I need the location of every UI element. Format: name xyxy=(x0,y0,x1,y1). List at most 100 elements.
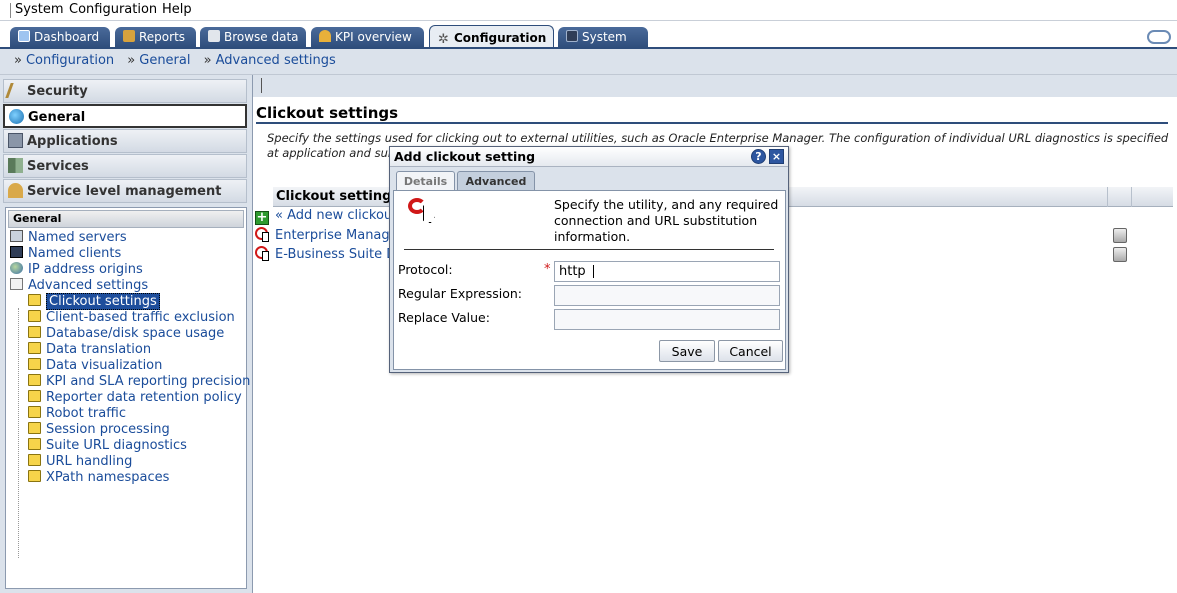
sidebar: Security General Applications Services S… xyxy=(3,79,250,591)
tree-item-data-visualization[interactable]: Data visualization xyxy=(28,358,162,374)
navigation-tree: General Named servers Named clients IP a… xyxy=(5,207,250,589)
close-icon[interactable]: × xyxy=(769,149,784,164)
add-clickout-link[interactable]: « Add new clickout xyxy=(275,208,397,223)
sidebar-section-general[interactable]: General xyxy=(3,104,247,128)
tree-item-reporter-data-retention-policy[interactable]: Reporter data retention policy xyxy=(28,390,242,406)
folder-icon xyxy=(28,422,41,434)
add-clickout-row[interactable]: + « Add new clickout xyxy=(255,208,397,226)
content-toolbar xyxy=(253,75,1177,97)
section-label: Security xyxy=(27,84,88,99)
tree-item-label: Session processing xyxy=(46,422,170,437)
folder-icon xyxy=(28,470,41,482)
regular-expression-input[interactable] xyxy=(554,285,780,306)
server-icon xyxy=(10,230,23,242)
gauge-icon xyxy=(8,183,23,198)
section-label: General xyxy=(28,110,86,125)
row-label[interactable]: Enterprise Manage xyxy=(275,228,398,243)
regular-expression-label: Regular Expression: xyxy=(398,286,522,301)
table-row[interactable]: Enterprise Manage xyxy=(255,227,398,245)
folder-icon xyxy=(28,342,41,354)
tree-item-client-based-traffic-exclusion[interactable]: Client-based traffic exclusion xyxy=(28,310,235,326)
applications-icon xyxy=(8,133,23,148)
protocol-input[interactable]: http xyxy=(554,261,780,282)
breadcrumb-item-general[interactable]: » General xyxy=(127,53,190,68)
tree-item-label: Named servers xyxy=(28,230,127,245)
tree-item-ip-address-origins[interactable]: IP address origins xyxy=(10,262,143,278)
dashboard-icon xyxy=(18,30,30,42)
tree-item-label: IP address origins xyxy=(28,262,143,277)
tab-label: Dashboard xyxy=(34,30,100,44)
folder-icon xyxy=(28,326,41,338)
sidebar-section-services[interactable]: Services xyxy=(3,154,247,178)
tree-header: General xyxy=(8,210,244,228)
breadcrumb-item-advanced-settings[interactable]: » Advanced settings xyxy=(204,53,336,68)
tab-dashboard[interactable]: Dashboard xyxy=(10,27,110,48)
dialog-info-text: Specify the utility, and any required co… xyxy=(554,197,779,244)
tab-label: KPI overview xyxy=(335,30,412,44)
cancel-button[interactable]: Cancel xyxy=(718,340,783,362)
sidebar-section-security[interactable]: Security xyxy=(3,79,247,103)
tree-connector-line xyxy=(18,308,19,558)
tab-system[interactable]: System xyxy=(558,27,648,48)
tab-label: System xyxy=(582,30,627,44)
section-label: Applications xyxy=(27,134,118,149)
tree-item-label: Data translation xyxy=(46,342,152,357)
gauge-icon xyxy=(319,30,331,42)
row-label[interactable]: E-Business Suite D xyxy=(275,247,396,262)
tree-item-suite-url-diagnostics[interactable]: Suite URL diagnostics xyxy=(28,438,187,454)
tree-item-xpath-namespaces[interactable]: XPath namespaces xyxy=(28,470,169,486)
tree-item-clickout-settings[interactable]: Clickout settings xyxy=(28,293,160,310)
menu-bar: System Configuration Help xyxy=(0,0,1177,21)
menu-separator xyxy=(10,3,11,18)
column-header-clickout-setting: Clickout setting xyxy=(276,189,392,204)
folder-icon xyxy=(28,310,41,322)
monitor-icon xyxy=(566,30,578,42)
tree-item-named-clients[interactable]: Named clients xyxy=(10,246,121,262)
save-button[interactable]: Save xyxy=(659,340,715,362)
tree-item-advanced-settings[interactable]: Advanced settings xyxy=(10,278,148,294)
tree-item-label: Reporter data retention policy xyxy=(46,390,242,405)
tree-item-label: XPath namespaces xyxy=(46,470,170,485)
reports-icon xyxy=(123,30,135,42)
tab-details[interactable]: Details xyxy=(396,171,455,190)
cube-icon xyxy=(208,30,220,42)
main-tab-strip: Dashboard Reports Browse data KPI overvi… xyxy=(0,21,1177,49)
menu-system[interactable]: System xyxy=(15,2,63,17)
delete-icon[interactable] xyxy=(1113,228,1127,243)
menu-configuration[interactable]: Configuration xyxy=(69,2,157,17)
tab-kpi-overview[interactable]: KPI overview xyxy=(311,27,424,48)
tree-item-session-processing[interactable]: Session processing xyxy=(28,422,170,438)
tab-browse-data[interactable]: Browse data xyxy=(200,27,306,48)
tree-item-named-servers[interactable]: Named servers xyxy=(10,230,127,246)
tree-item-kpi-sla-reporting-precision[interactable]: KPI and SLA reporting precision xyxy=(28,374,250,390)
tab-reports[interactable]: Reports xyxy=(115,27,196,48)
folder-icon xyxy=(28,390,41,402)
tree-item-database-disk-space-usage[interactable]: Database/disk space usage xyxy=(28,326,224,342)
dialog-title-bar: Add clickout setting ? × xyxy=(390,147,788,167)
sidebar-section-applications[interactable]: Applications xyxy=(3,129,247,153)
tree-item-label: Advanced settings xyxy=(28,278,149,293)
folder-icon xyxy=(28,454,41,466)
protocol-label: Protocol: xyxy=(398,262,453,277)
tree-item-label: Client-based traffic exclusion xyxy=(46,310,235,325)
folder-icon xyxy=(28,438,41,450)
tree-item-robot-traffic[interactable]: Robot traffic xyxy=(28,406,126,422)
replace-value-input[interactable] xyxy=(554,309,780,330)
breadcrumb-item-configuration[interactable]: » Configuration xyxy=(14,53,114,68)
tab-label: Browse data xyxy=(224,30,299,44)
tab-configuration[interactable]: ✲ Configuration xyxy=(429,25,554,49)
sidebar-section-service-level-management[interactable]: Service level management xyxy=(3,179,247,203)
table-row[interactable]: E-Business Suite D xyxy=(255,246,396,264)
tree-item-url-handling[interactable]: URL handling xyxy=(28,454,132,470)
tree-item-data-translation[interactable]: Data translation xyxy=(28,342,151,358)
help-icon[interactable]: ? xyxy=(751,149,766,164)
menu-help[interactable]: Help xyxy=(162,2,192,17)
tree-item-label: Data visualization xyxy=(46,358,163,373)
breadcrumb: » Configuration » General » Advanced settin… xyxy=(0,49,1177,75)
add-icon: + xyxy=(255,210,269,225)
tree-item-label: Database/disk space usage xyxy=(46,326,225,341)
replace-value-label: Replace Value: xyxy=(398,310,490,325)
delete-icon[interactable] xyxy=(1113,247,1127,262)
title-underline xyxy=(256,122,1168,124)
tab-advanced[interactable]: Advanced xyxy=(457,171,535,190)
